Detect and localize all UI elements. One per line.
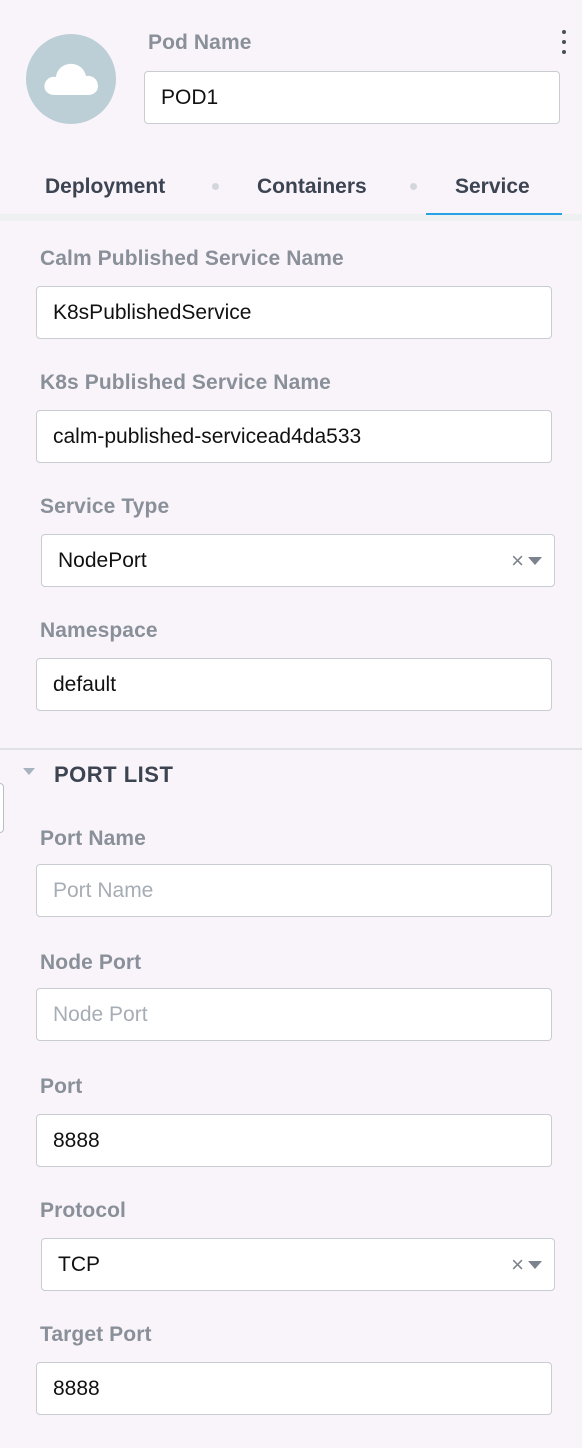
port-name-input[interactable] xyxy=(36,864,552,917)
calm-service-name-label: Calm Published Service Name xyxy=(40,247,344,270)
port-name-field[interactable] xyxy=(53,878,535,903)
service-type-select[interactable]: NodePort × xyxy=(41,534,555,587)
k8s-service-name-field[interactable] xyxy=(53,424,535,449)
tab-separator-dot xyxy=(212,183,219,190)
tab-active-indicator xyxy=(426,213,562,215)
protocol-label: Protocol xyxy=(40,1199,126,1222)
k8s-service-name-input[interactable] xyxy=(36,410,552,463)
protocol-value: TCP xyxy=(58,1252,100,1276)
target-port-input[interactable] xyxy=(36,1362,552,1415)
calm-service-name-input[interactable] xyxy=(36,286,552,339)
pod-name-label: Pod Name xyxy=(148,31,252,54)
tab-containers[interactable]: Containers xyxy=(257,175,367,199)
pod-avatar xyxy=(26,34,116,124)
port-name-label: Port Name xyxy=(40,827,146,850)
chevron-down-icon[interactable] xyxy=(528,1260,542,1269)
chevron-down-icon[interactable] xyxy=(528,556,542,565)
clear-icon[interactable]: × xyxy=(511,549,524,572)
port-input[interactable] xyxy=(36,1114,552,1167)
cloud-icon xyxy=(44,63,98,95)
namespace-field[interactable] xyxy=(53,672,535,697)
pod-name-input[interactable] xyxy=(144,71,560,124)
namespace-label: Namespace xyxy=(40,619,158,642)
tabs-divider xyxy=(0,214,582,221)
service-type-value: NodePort xyxy=(58,548,147,572)
calm-service-name-field[interactable] xyxy=(53,300,535,325)
namespace-input[interactable] xyxy=(36,658,552,711)
protocol-select[interactable]: TCP × xyxy=(41,1238,555,1291)
target-port-field[interactable] xyxy=(53,1376,535,1401)
collapse-caret-icon[interactable] xyxy=(23,768,35,775)
pod-name-input-field[interactable] xyxy=(161,85,543,110)
service-type-label: Service Type xyxy=(40,495,170,518)
node-port-input[interactable] xyxy=(36,988,552,1041)
tab-separator-dot xyxy=(410,183,417,190)
section-divider xyxy=(0,748,582,750)
clear-icon[interactable]: × xyxy=(511,1253,524,1276)
port-field[interactable] xyxy=(53,1128,535,1153)
node-port-label: Node Port xyxy=(40,951,142,974)
port-list-title[interactable]: PORT LIST xyxy=(54,762,173,788)
port-label: Port xyxy=(40,1075,83,1098)
kebab-menu-icon[interactable] xyxy=(556,28,572,56)
side-panel-handle[interactable] xyxy=(0,783,4,833)
tab-deployment[interactable]: Deployment xyxy=(45,175,165,199)
node-port-field[interactable] xyxy=(53,1002,535,1027)
tab-service[interactable]: Service xyxy=(455,175,530,199)
target-port-label: Target Port xyxy=(40,1323,152,1346)
k8s-service-name-label: K8s Published Service Name xyxy=(40,371,331,394)
